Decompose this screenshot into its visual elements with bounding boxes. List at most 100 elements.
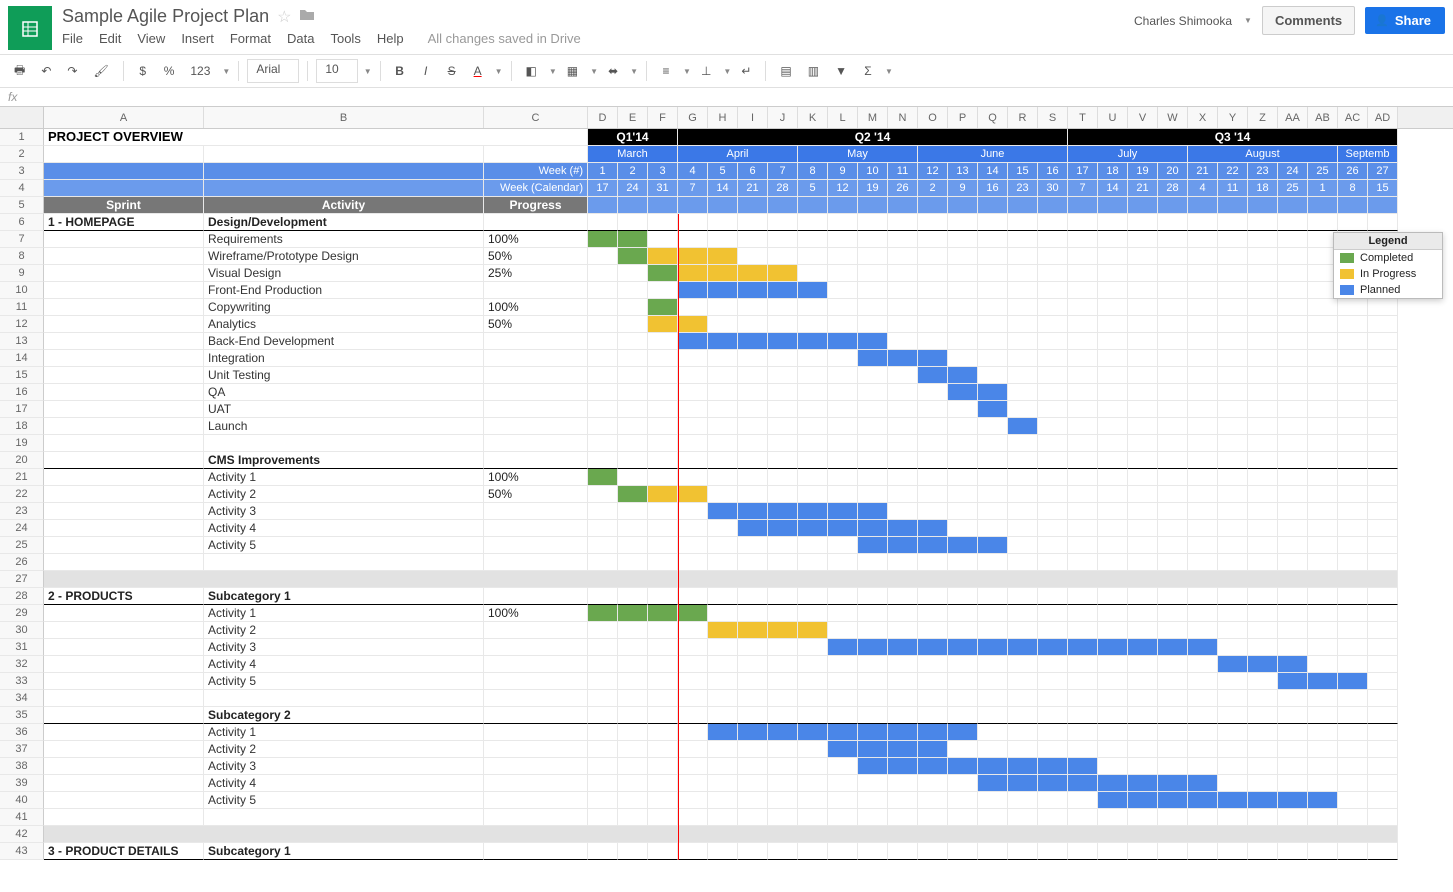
cell[interactable] (1188, 418, 1218, 435)
cell[interactable] (44, 350, 204, 367)
cell[interactable] (1158, 452, 1188, 469)
cell[interactable] (1218, 367, 1248, 384)
cell[interactable] (588, 843, 618, 860)
cell[interactable] (1038, 605, 1068, 622)
cell[interactable] (1038, 469, 1068, 486)
cell[interactable] (978, 554, 1008, 571)
cell[interactable] (44, 690, 204, 707)
col-header-M[interactable]: M (858, 107, 888, 128)
cell[interactable] (1068, 469, 1098, 486)
cell[interactable] (1068, 231, 1098, 248)
cell[interactable] (618, 435, 648, 452)
cell[interactable] (828, 673, 858, 690)
cell[interactable] (1068, 775, 1098, 792)
cell[interactable] (708, 588, 738, 605)
cell[interactable] (978, 758, 1008, 775)
cell[interactable] (1248, 350, 1278, 367)
cell[interactable] (828, 690, 858, 707)
cell[interactable]: Activity 3 (204, 639, 484, 656)
project-overview[interactable]: PROJECT OVERVIEW (44, 129, 588, 146)
cell[interactable] (708, 282, 738, 299)
cell[interactable] (1338, 656, 1368, 673)
cell[interactable] (1068, 316, 1098, 333)
cell[interactable] (1128, 690, 1158, 707)
cell[interactable] (1248, 809, 1278, 826)
cell[interactable] (484, 843, 588, 860)
cell[interactable] (1248, 299, 1278, 316)
cell[interactable] (1068, 656, 1098, 673)
cell[interactable] (738, 622, 768, 639)
cell[interactable] (738, 418, 768, 435)
cell[interactable] (678, 469, 708, 486)
cell[interactable] (1008, 299, 1038, 316)
cell[interactable]: 31 (648, 180, 678, 197)
cell[interactable] (828, 350, 858, 367)
cell[interactable] (1188, 214, 1218, 231)
cell[interactable] (588, 554, 618, 571)
cell[interactable] (1278, 520, 1308, 537)
cell[interactable] (888, 741, 918, 758)
row-header[interactable]: 31 (0, 639, 44, 656)
cell[interactable] (828, 197, 858, 214)
cell[interactable] (1098, 741, 1128, 758)
cell[interactable] (1098, 639, 1128, 656)
cell[interactable] (1098, 486, 1128, 503)
cell[interactable] (888, 248, 918, 265)
cell[interactable] (888, 520, 918, 537)
cell[interactable] (1188, 248, 1218, 265)
cell[interactable] (948, 401, 978, 418)
cell[interactable] (1308, 741, 1338, 758)
cell[interactable] (1158, 384, 1188, 401)
cell[interactable]: June (918, 146, 1068, 163)
cell[interactable] (1038, 316, 1068, 333)
cell[interactable] (1158, 656, 1188, 673)
cell[interactable] (978, 537, 1008, 554)
col-header-D[interactable]: D (588, 107, 618, 128)
cell[interactable] (708, 622, 738, 639)
cell[interactable] (1038, 707, 1068, 724)
cell[interactable]: 100% (484, 231, 588, 248)
cell[interactable] (618, 809, 648, 826)
cell[interactable] (1308, 843, 1338, 860)
cell[interactable] (678, 316, 708, 333)
cell[interactable] (918, 214, 948, 231)
cell[interactable] (1098, 350, 1128, 367)
cell[interactable] (738, 503, 768, 520)
cell[interactable] (1098, 282, 1128, 299)
cell[interactable] (1248, 724, 1278, 741)
cell[interactable] (1008, 197, 1038, 214)
cell[interactable]: 28 (1158, 180, 1188, 197)
cell[interactable] (858, 537, 888, 554)
cell[interactable] (708, 418, 738, 435)
cell[interactable] (858, 367, 888, 384)
cell[interactable] (708, 333, 738, 350)
cell[interactable] (708, 469, 738, 486)
row-header[interactable]: 37 (0, 741, 44, 758)
cell[interactable]: 50% (484, 486, 588, 503)
row-header[interactable]: 16 (0, 384, 44, 401)
cell[interactable] (1038, 282, 1068, 299)
cell[interactable] (648, 503, 678, 520)
cell[interactable] (678, 605, 708, 622)
cell[interactable] (1098, 435, 1128, 452)
cell[interactable] (768, 401, 798, 418)
cell[interactable] (708, 656, 738, 673)
cell[interactable] (588, 588, 618, 605)
col-header-I[interactable]: I (738, 107, 768, 128)
cell[interactable] (738, 809, 768, 826)
cell[interactable] (588, 350, 618, 367)
cell[interactable] (708, 792, 738, 809)
cell[interactable] (1158, 503, 1188, 520)
cell[interactable] (1158, 775, 1188, 792)
cell[interactable] (1068, 214, 1098, 231)
cell[interactable] (1098, 605, 1128, 622)
cell[interactable] (648, 350, 678, 367)
cell[interactable] (1098, 418, 1128, 435)
cell[interactable] (1218, 809, 1248, 826)
cell[interactable] (1068, 197, 1098, 214)
cell[interactable] (1038, 724, 1068, 741)
cell[interactable] (1158, 792, 1188, 809)
cell[interactable]: 8 (1338, 180, 1368, 197)
cell[interactable] (648, 809, 678, 826)
cell[interactable] (44, 146, 204, 163)
